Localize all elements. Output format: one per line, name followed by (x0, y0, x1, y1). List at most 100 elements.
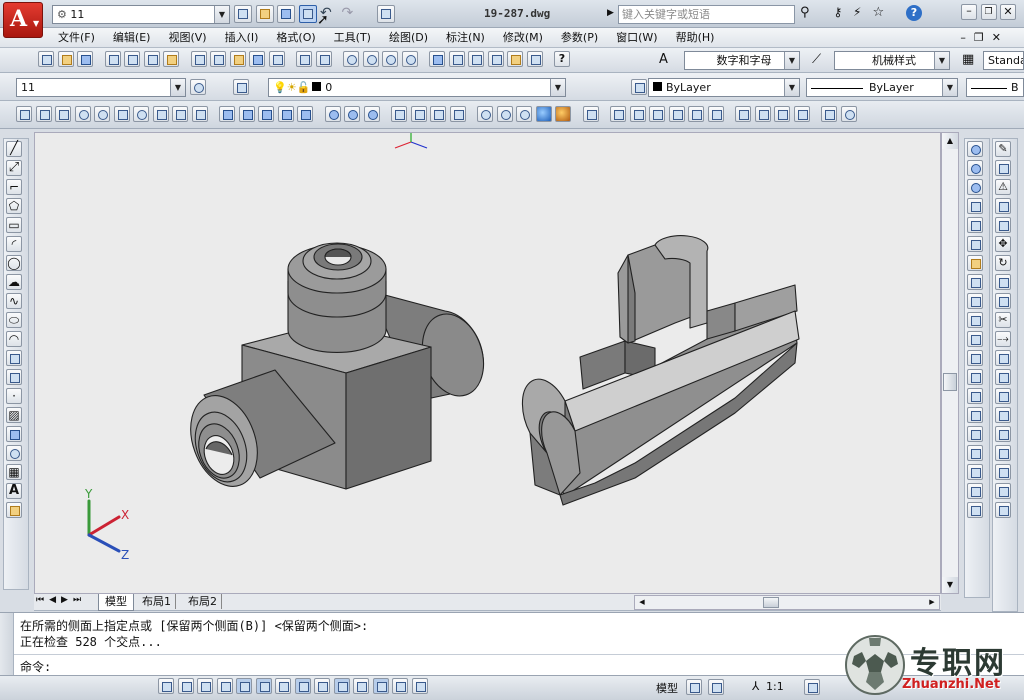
subtract-icon[interactable] (967, 160, 983, 176)
revision-cloud-icon[interactable]: ☁ (6, 274, 22, 290)
check-icon[interactable] (967, 464, 983, 480)
copy-faces-icon[interactable] (967, 312, 983, 328)
color-faces-icon[interactable] (967, 331, 983, 347)
erase-icon[interactable]: ✎ (995, 141, 1011, 157)
sphere-icon[interactable] (94, 106, 110, 122)
mirror-icon[interactable]: ⚠ (995, 179, 1011, 195)
table-icon[interactable]: ▦ (6, 464, 22, 480)
array-icon[interactable] (995, 217, 1011, 233)
lineweight-icon[interactable] (353, 678, 369, 694)
polar-tracking-icon[interactable] (236, 678, 252, 694)
camera-icon[interactable] (821, 106, 837, 122)
quick-properties-icon[interactable] (392, 678, 408, 694)
multiline-text-icon[interactable]: A (6, 483, 22, 499)
new-file-icon[interactable] (234, 5, 252, 23)
layer-previous-icon[interactable] (630, 79, 647, 95)
cut-icon[interactable] (190, 51, 207, 67)
design-center-icon[interactable] (448, 51, 465, 67)
menu-tools[interactable]: 工具(T) (325, 28, 380, 48)
color-edges-icon[interactable] (967, 369, 983, 385)
rectangle-icon[interactable]: ▭ (6, 217, 22, 233)
layer-state-dropdown[interactable]: 11 ▼ (16, 78, 186, 97)
offset-faces-icon[interactable] (967, 236, 983, 252)
construction-line-icon[interactable]: ⤢ (6, 160, 22, 176)
planar-surface-icon[interactable] (191, 106, 208, 122)
ne-iso-icon[interactable] (774, 106, 790, 122)
chevron-down-icon[interactable]: ▼ (942, 79, 957, 96)
color-dropdown[interactable]: ByLayer ▼ (648, 78, 800, 97)
workspace-dropdown[interactable]: ⚙ 11 ▼ (52, 5, 230, 24)
intersect-icon[interactable] (363, 106, 380, 122)
move-faces-icon[interactable] (967, 217, 983, 233)
polysolid-icon[interactable] (16, 106, 32, 122)
annotation-visibility-icon[interactable] (804, 679, 820, 695)
menu-edit[interactable]: 编辑(E) (104, 28, 160, 48)
dynamic-input-icon[interactable] (333, 678, 350, 694)
union-icon[interactable] (967, 141, 983, 157)
pan-icon[interactable] (343, 51, 359, 67)
3d-array-icon[interactable] (449, 106, 466, 122)
rotate-icon[interactable]: ↻ (995, 255, 1011, 271)
block-editor-icon[interactable] (268, 51, 285, 67)
annotation-scale-value[interactable]: 1:1 (766, 680, 784, 693)
lineweight-dropdown[interactable]: B (966, 78, 1024, 97)
layer-states-icon[interactable] (232, 79, 249, 95)
3d-object-snap-icon[interactable] (275, 678, 291, 694)
menu-draw[interactable]: 绘图(D) (380, 28, 437, 48)
menu-file[interactable]: 文件(F) (49, 28, 104, 48)
explode-icon[interactable] (995, 445, 1011, 461)
ellipse-arc-icon[interactable]: ◠ (6, 331, 22, 347)
undo-icon[interactable] (296, 51, 312, 67)
key-icon[interactable]: ⚷ (834, 5, 850, 21)
print-preview-icon[interactable] (124, 51, 140, 67)
command-window-grip[interactable] (0, 613, 14, 675)
pyramid-icon[interactable] (152, 106, 169, 122)
paste-icon[interactable] (229, 51, 246, 67)
sheet-set-icon[interactable] (487, 51, 504, 67)
slice-icon[interactable] (967, 483, 983, 499)
nw-iso-icon[interactable] (793, 106, 810, 122)
search-input[interactable]: 键入关键字或短语 (618, 5, 795, 24)
chevron-down-icon[interactable]: ▼ (214, 6, 229, 23)
3d-align-icon[interactable] (430, 106, 446, 122)
horizontal-scrollbar[interactable]: ◀ ▶ (634, 595, 940, 610)
table-style-dropdown[interactable]: Standa (983, 51, 1024, 70)
spline-icon[interactable]: ∿ (6, 293, 22, 309)
scroll-left-icon[interactable]: ◀ (635, 596, 649, 609)
union-icon[interactable] (324, 106, 341, 122)
plot-icon[interactable] (377, 5, 395, 23)
intersect-icon[interactable] (967, 179, 983, 195)
horizontal-scroll-thumb[interactable] (763, 597, 779, 608)
interfere-icon[interactable] (967, 502, 983, 518)
polygon-icon[interactable]: ⬠ (6, 198, 22, 214)
region-icon[interactable] (6, 445, 22, 461)
front-view-icon[interactable] (688, 106, 704, 122)
conceptual-icon[interactable] (555, 106, 571, 122)
dynamic-ucs-icon[interactable] (314, 678, 330, 694)
box-icon[interactable] (35, 106, 52, 122)
separate-icon[interactable] (967, 426, 983, 442)
menu-modify[interactable]: 修改(M) (494, 28, 552, 48)
save-as-icon[interactable] (298, 5, 317, 23)
revolve-icon[interactable] (277, 106, 294, 122)
model-space-button[interactable]: 模型 (656, 680, 678, 696)
line-icon[interactable]: ╱ (6, 141, 22, 157)
shell-icon[interactable] (967, 445, 983, 461)
qnew-icon[interactable] (38, 51, 54, 67)
binoculars-icon[interactable]: ⚲ (800, 5, 816, 21)
tool-palettes-icon[interactable] (468, 51, 484, 67)
back-view-icon[interactable] (707, 106, 724, 122)
polyline-icon[interactable]: ⌐ (6, 179, 22, 195)
bottom-view-icon[interactable] (629, 106, 646, 122)
chamfer-icon[interactable] (995, 407, 1011, 423)
menu-format[interactable]: 格式(O) (267, 28, 324, 48)
publish-icon[interactable] (143, 51, 160, 67)
taper-faces-icon[interactable] (967, 293, 983, 309)
imprint-icon[interactable] (967, 388, 983, 404)
3d-move-icon[interactable] (391, 106, 407, 122)
object-snap-tracking-icon[interactable] (294, 678, 311, 694)
text-style-dropdown[interactable]: 数字和字母 ▼ (684, 51, 800, 70)
transparency-icon[interactable] (372, 678, 389, 694)
properties-icon[interactable] (429, 51, 445, 67)
torus-icon[interactable] (133, 106, 149, 122)
